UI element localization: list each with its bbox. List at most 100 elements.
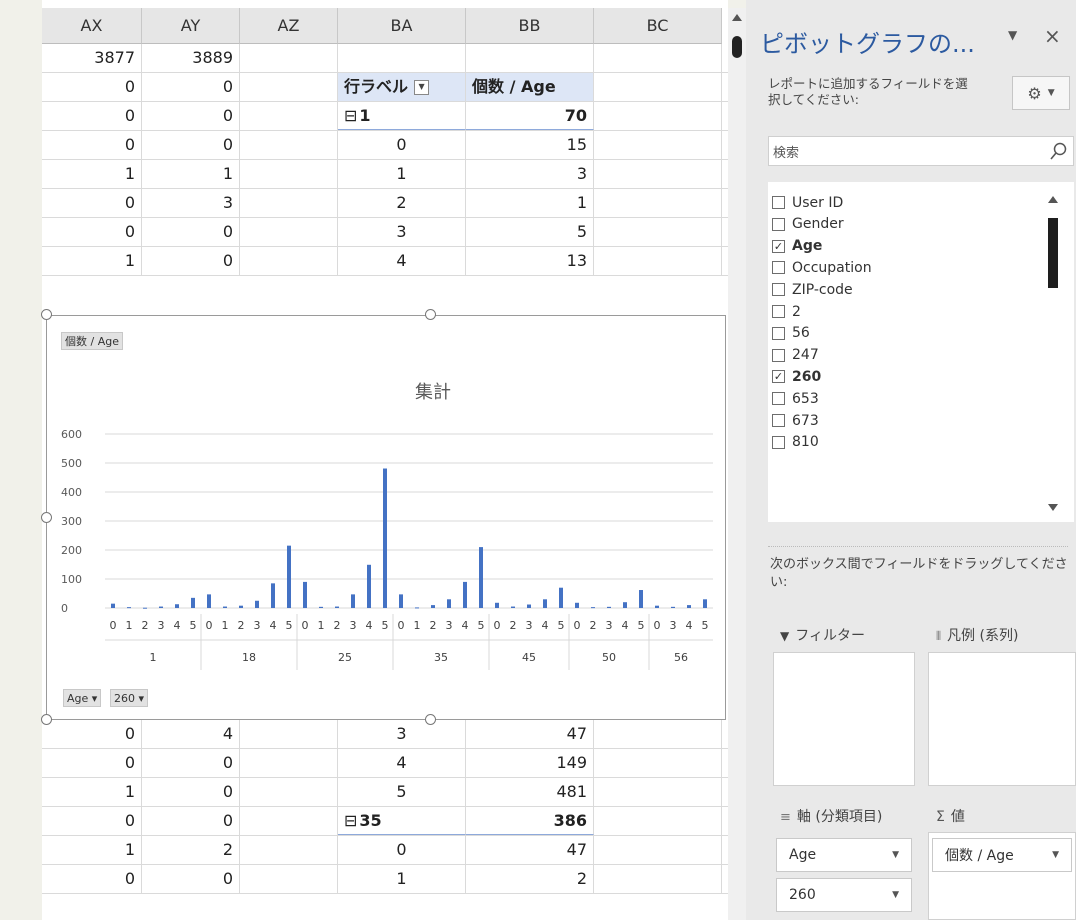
pivot-value[interactable]: 3 — [466, 160, 594, 188]
cell-bc[interactable] — [594, 807, 722, 835]
bar[interactable] — [463, 581, 467, 608]
bar[interactable] — [207, 594, 211, 608]
pivot-value[interactable]: 481 — [466, 778, 594, 806]
field-item[interactable]: 56 — [772, 323, 810, 344]
bar[interactable] — [191, 597, 195, 608]
pivot-value[interactable] — [466, 44, 594, 72]
field-item[interactable]: 247 — [772, 345, 819, 366]
bar[interactable] — [479, 547, 483, 608]
field-checkbox[interactable] — [772, 326, 785, 340]
field-checkbox[interactable] — [772, 414, 785, 427]
cell-az[interactable] — [240, 778, 338, 806]
cell-az[interactable] — [240, 189, 338, 217]
bar[interactable] — [655, 605, 659, 608]
bar[interactable] — [639, 590, 643, 608]
bar[interactable] — [495, 602, 499, 608]
axis-field-260[interactable]: 260 ▼ — [776, 878, 912, 912]
bar[interactable] — [335, 606, 339, 608]
field-checkbox[interactable] — [772, 348, 785, 362]
cell-ax[interactable]: 0 — [42, 189, 142, 217]
cell-ax[interactable]: 0 — [42, 73, 142, 101]
pivot-chart[interactable]: 個数 / Age 集計 0 100 200 300 400 500 600 0 1 2 3 4 5 1 0 1 2… — [46, 315, 726, 720]
bar[interactable] — [399, 594, 403, 608]
cell-bc[interactable] — [594, 73, 722, 101]
bar[interactable] — [415, 607, 419, 609]
field-item[interactable]: ZIP-code — [772, 279, 853, 300]
cell-ax[interactable]: 1 — [42, 160, 142, 188]
collapse-icon[interactable]: ⊟ — [344, 811, 357, 830]
cell-ay[interactable]: 0 — [142, 749, 240, 777]
filter-drop-area[interactable] — [773, 652, 915, 786]
pivot-group-total[interactable]: 70 — [466, 102, 594, 130]
bar[interactable] — [543, 599, 547, 608]
bar[interactable] — [239, 605, 243, 608]
tools-gear-button[interactable]: ⚙ ▼ — [1012, 76, 1070, 110]
field-item[interactable]: 810 — [772, 432, 819, 453]
column-header-bb[interactable]: BB — [466, 8, 594, 44]
chart-resize-handle-bl[interactable] — [41, 714, 52, 725]
field-checkbox[interactable] — [772, 217, 785, 231]
cell-bc[interactable] — [594, 102, 722, 130]
field-list-scrollbar[interactable] — [1043, 186, 1063, 516]
axis-field-button-age[interactable]: Age ▾ — [63, 689, 102, 707]
cell-az[interactable] — [240, 160, 338, 188]
field-checkbox[interactable]: ✓ — [772, 370, 785, 384]
field-checkbox[interactable] — [772, 261, 785, 275]
field-item[interactable]: 673 — [772, 410, 819, 431]
pivot-row-label[interactable]: 1 — [338, 865, 466, 893]
axis-field-age[interactable]: Age ▼ — [776, 838, 912, 872]
bar[interactable] — [559, 587, 563, 608]
cell-az[interactable] — [240, 131, 338, 159]
cell-bc[interactable] — [594, 189, 722, 217]
cell-ay[interactable]: 0 — [142, 778, 240, 806]
field-checkbox[interactable] — [772, 392, 785, 406]
chart-resize-handle-tl[interactable] — [41, 309, 52, 320]
pivot-row-label[interactable]: 0 — [338, 836, 466, 864]
pivot-value[interactable]: 5 — [466, 218, 594, 246]
bar[interactable] — [607, 606, 611, 608]
cell-az[interactable] — [240, 73, 338, 101]
pivot-row-label[interactable]: 4 — [338, 749, 466, 777]
cell-az[interactable] — [240, 836, 338, 864]
close-icon[interactable]: × — [1044, 24, 1061, 48]
collapse-icon[interactable]: ⊟ — [344, 106, 357, 125]
cell-ay[interactable]: 3 — [142, 189, 240, 217]
bar[interactable] — [511, 606, 515, 608]
bar[interactable] — [687, 605, 691, 608]
pivot-value[interactable]: 149 — [466, 749, 594, 777]
cell-ay[interactable]: 3889 — [142, 44, 240, 72]
scroll-down-icon[interactable] — [1048, 504, 1058, 511]
pivot-row-label[interactable]: 1 — [338, 160, 466, 188]
field-checkbox[interactable]: ✓ — [772, 239, 785, 253]
field-checkbox[interactable] — [772, 283, 785, 297]
bar[interactable] — [383, 468, 387, 608]
cell-bc[interactable] — [594, 131, 722, 159]
pivot-row-label[interactable]: 5 — [338, 778, 466, 806]
pivot-value[interactable]: 15 — [466, 131, 594, 159]
cell-bc[interactable] — [594, 836, 722, 864]
pivot-value[interactable]: 47 — [466, 836, 594, 864]
cell-ay[interactable]: 0 — [142, 218, 240, 246]
bar[interactable] — [319, 606, 323, 608]
cell-az[interactable] — [240, 749, 338, 777]
pivot-row-label[interactable]: 3 — [338, 218, 466, 246]
pivot-group-label[interactable]: ⊟ 1 — [338, 102, 466, 130]
cell-az[interactable] — [240, 807, 338, 835]
field-checkbox[interactable] — [772, 435, 785, 449]
cell-az[interactable] — [240, 218, 338, 246]
pivot-group-label[interactable]: ⊟ 35 — [338, 807, 466, 835]
cell-bc[interactable] — [594, 218, 722, 246]
filter-dropdown-icon[interactable]: ▼ — [414, 80, 430, 95]
bar[interactable] — [447, 599, 451, 608]
cell-bc[interactable] — [594, 749, 722, 777]
scrollbar-thumb[interactable] — [732, 36, 742, 58]
pivot-value[interactable]: 1 — [466, 189, 594, 217]
field-checkbox[interactable] — [772, 196, 785, 209]
bar[interactable] — [671, 606, 675, 608]
column-header-az[interactable]: AZ — [240, 8, 338, 44]
field-item[interactable]: ✓ Age — [772, 236, 822, 257]
cell-az[interactable] — [240, 720, 338, 748]
cell-bc[interactable] — [594, 44, 722, 72]
axis-field-button-260[interactable]: 260 ▾ — [110, 689, 149, 707]
bar[interactable] — [703, 599, 707, 608]
